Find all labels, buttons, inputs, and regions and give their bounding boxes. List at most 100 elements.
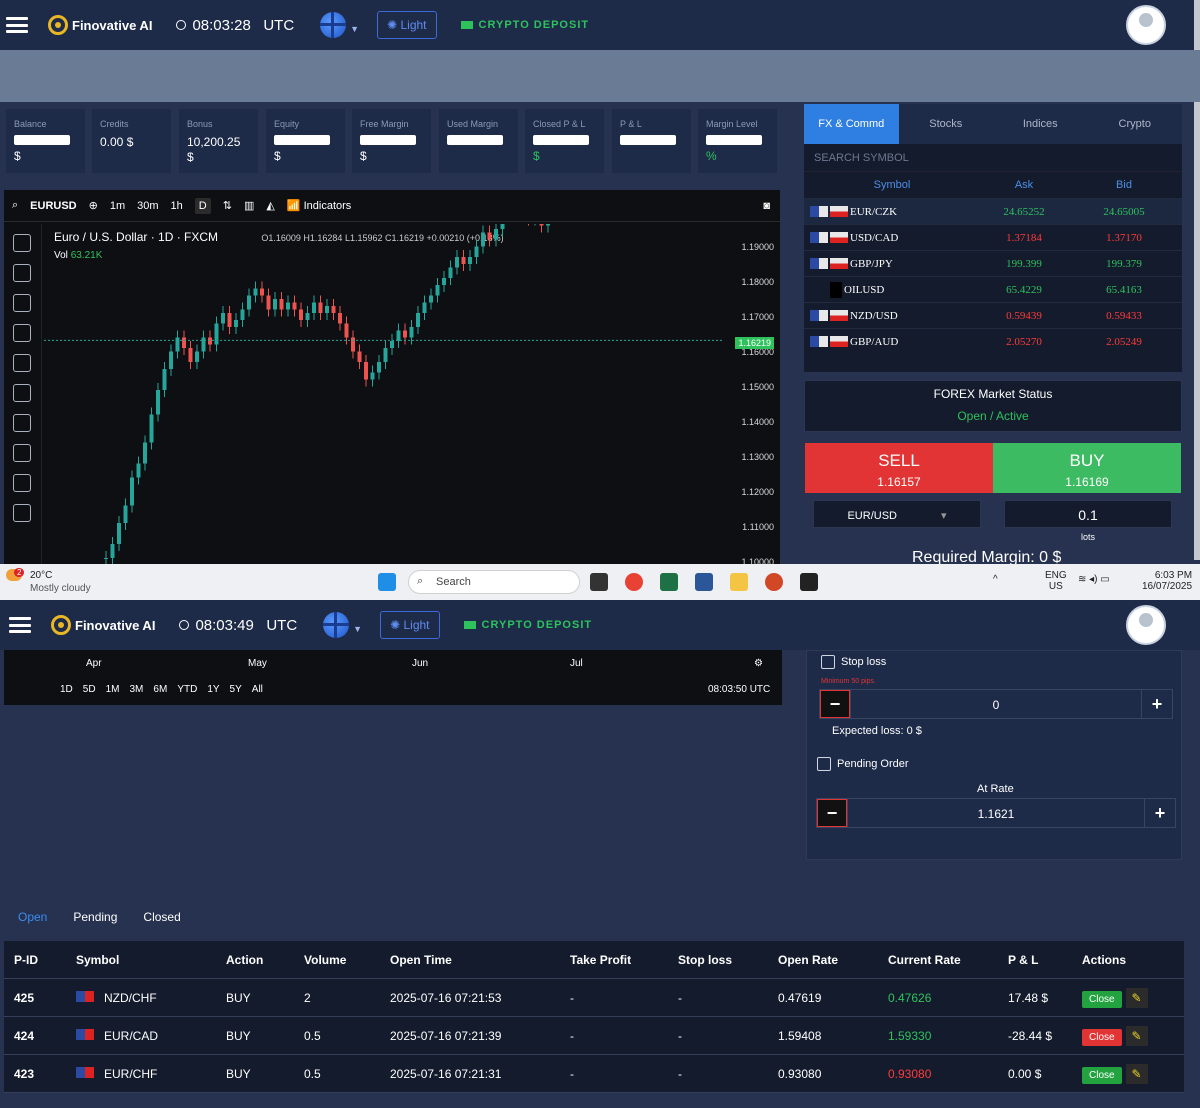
app-logo[interactable]: Finovative AI [51,615,155,635]
ruler-icon[interactable] [13,474,31,492]
crosshair-icon[interactable] [13,234,31,252]
bar-style-icon[interactable]: ⇅ [223,199,232,212]
symbol-row[interactable]: OILUSD 65.4229 65.4163 [804,276,1182,302]
rate-stepper[interactable]: −1.1621 + [816,798,1176,828]
symbol-row[interactable]: EUR/CZK 24.65252 24.65005 [804,198,1182,224]
settings-icon[interactable]: ⚙ [754,658,763,669]
taskbar-clock[interactable]: 6:03 PM 16/07/2025 [1142,570,1192,592]
candle-body [409,327,414,338]
symbol-row[interactable]: GBP/JPY 199.399 199.379 [804,250,1182,276]
buy-button[interactable]: BUY 1.16169 [993,443,1181,493]
symbol-row[interactable]: USD/CAD 1.37184 1.37170 [804,224,1182,250]
tab-fx-commd[interactable]: FX & Commd [804,104,899,144]
pending-order-checkbox[interactable]: Pending Order [817,757,909,771]
explorer-icon[interactable] [730,573,748,591]
price-tick: 1.17000 [741,312,774,322]
close-position-button[interactable]: Close [1082,1066,1122,1084]
chrome-icon[interactable] [625,573,643,591]
powerpoint-icon[interactable] [765,573,783,591]
chevron-up-icon[interactable]: ^ [993,574,998,585]
tab-indices[interactable]: Indices [993,104,1088,144]
edit-pencil-icon[interactable]: ✎ [1125,1025,1148,1046]
language-globe-icon[interactable] [320,12,347,38]
area-style-icon[interactable]: ◭ [266,199,274,212]
crypto-deposit-link[interactable]: CRYPTO DEPOSIT [463,619,593,631]
crypto-deposit-link[interactable]: CRYPTO DEPOSIT [460,19,590,31]
interval-30m[interactable]: 30m [137,200,158,212]
current-rate: 0.93080 [888,1066,932,1081]
sticky-notes-icon[interactable] [800,573,818,591]
theme-light-button[interactable]: ✺ Light [377,11,437,39]
close-position-button[interactable]: Close [1082,990,1122,1008]
theme-light-button[interactable]: ✺ Light [380,611,440,639]
pair-select[interactable]: EUR/USD ▾ [813,500,981,528]
tab-crypto[interactable]: Crypto [1088,104,1183,144]
excel-icon[interactable] [660,573,678,591]
menu-icon[interactable] [9,617,31,633]
pattern-icon[interactable] [13,324,31,342]
candle-style-icon[interactable]: ▥ [244,199,254,212]
column-header: Current Rate [888,952,961,967]
language-indicator[interactable]: ENG US [1045,570,1067,592]
tab-pending[interactable]: Pending [73,910,117,924]
symbol-row[interactable]: GBP/AUD 2.05270 2.05249 [804,328,1182,354]
projection-icon[interactable] [13,354,31,372]
user-avatar[interactable] [1126,605,1166,645]
range-ytd[interactable]: YTD [177,684,197,695]
language-globe-icon[interactable] [323,612,350,638]
zoom-icon[interactable] [13,504,31,522]
task-view-icon[interactable] [590,573,608,591]
minus-button[interactable]: − [817,799,847,827]
windows-start-icon[interactable] [378,573,396,591]
plus-button[interactable]: + [1142,690,1172,718]
price-chart[interactable]: ⌕ EURUSD ⊕ 1m 30m 1h D ⇅ ▥ ◭ 📶 Indicators… [4,190,780,567]
app-logo[interactable]: Finovative AI [48,15,152,35]
tab-open[interactable]: Open [18,910,47,924]
sell-button[interactable]: SELL 1.16157 [805,443,993,493]
word-icon[interactable] [695,573,713,591]
brush-icon[interactable] [13,384,31,402]
price-tick: 1.11000 [742,522,774,532]
add-compare-icon[interactable]: ⊕ [89,199,98,212]
interval-d[interactable]: D [194,197,211,214]
at-rate-label: At Rate [977,783,1014,795]
close-position-button[interactable]: Close [1082,1028,1122,1046]
range-all[interactable]: All [252,684,263,695]
symbol-row[interactable]: NZD/USD 0.59439 0.59433 [804,302,1182,328]
indicators-button[interactable]: 📶 Indicators [287,199,351,212]
stop-loss-stepper[interactable]: −0 + [819,689,1173,719]
fib-icon[interactable] [13,294,31,312]
minus-button[interactable]: − [820,690,850,718]
plus-button[interactable]: + [1145,799,1175,827]
range-6m[interactable]: 6M [153,684,167,695]
tab-closed[interactable]: Closed [143,910,180,924]
interval-1m[interactable]: 1m [110,200,125,212]
tab-stocks[interactable]: Stocks [899,104,994,144]
interval-1h[interactable]: 1h [171,200,183,212]
range-5d[interactable]: 5D [83,684,96,695]
taskbar-search[interactable]: ⌕ Search [408,570,580,594]
user-avatar[interactable] [1126,5,1166,45]
chevron-down-icon[interactable]: ▼ [353,624,362,634]
emoji-icon[interactable] [13,444,31,462]
edit-pencil-icon[interactable]: ✎ [1125,987,1148,1008]
camera-icon[interactable]: ◙ [763,200,770,212]
candle-body [481,232,485,247]
search-symbol-input[interactable]: SEARCH SYMBOL [804,144,1182,172]
menu-icon[interactable] [6,17,28,33]
range-5y[interactable]: 5Y [230,684,242,695]
chevron-down-icon[interactable]: ▼ [350,24,359,34]
candle-body [383,348,388,362]
range-1y[interactable]: 1Y [207,684,219,695]
text-icon[interactable] [13,414,31,432]
search-icon[interactable]: ⌕ [12,199,18,212]
edit-pencil-icon[interactable]: ✎ [1125,1063,1148,1084]
range-1m[interactable]: 1M [106,684,120,695]
lots-input[interactable]: 0.1 [1004,500,1172,528]
chart-symbol[interactable]: EURUSD [30,200,76,212]
range-1d[interactable]: 1D [60,684,73,695]
wifi-icon[interactable]: ≋ ◂) ▭ [1078,574,1110,585]
range-3m[interactable]: 3M [130,684,144,695]
trendline-icon[interactable] [13,264,31,282]
stop-loss-checkbox[interactable]: Stop loss [821,655,886,669]
